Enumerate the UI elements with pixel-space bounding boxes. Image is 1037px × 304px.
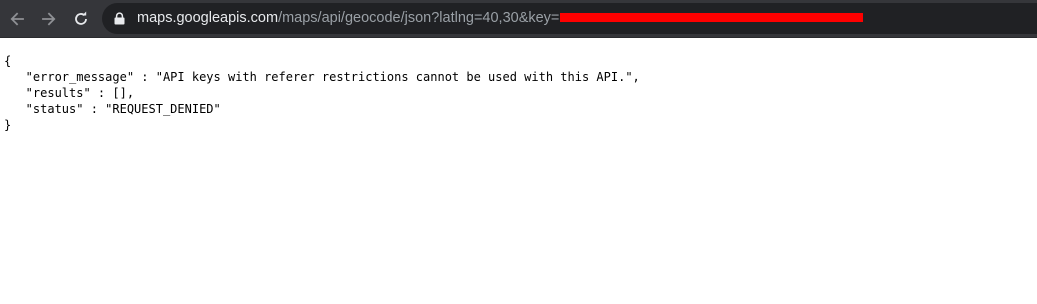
results-line: "results" : [], xyxy=(4,86,135,100)
reload-icon xyxy=(75,11,87,25)
reload-button[interactable] xyxy=(67,5,95,33)
arrow-right-icon xyxy=(42,12,56,26)
address-bar[interactable]: maps.googleapis.com/maps/api/geocode/jso… xyxy=(102,3,1037,34)
status-line: "status" : "REQUEST_DENIED" xyxy=(4,102,221,116)
arrow-left-icon xyxy=(10,12,24,26)
url-host: maps.googleapis.com xyxy=(137,10,279,26)
url-text[interactable]: maps.googleapis.com/maps/api/geocode/jso… xyxy=(137,10,864,26)
json-response: { "error_message" : "API keys with refer… xyxy=(4,53,640,133)
lock-icon[interactable] xyxy=(114,12,125,25)
browser-toolbar: maps.googleapis.com/maps/api/geocode/jso… xyxy=(0,0,1037,38)
url-path: /maps/api/geocode/json?latlng=40,30&key= xyxy=(278,10,560,26)
redaction-bar xyxy=(560,12,864,22)
open-brace: { xyxy=(4,54,12,68)
error-message-line: "error_message" : "API keys with referer… xyxy=(4,70,640,84)
back-button[interactable] xyxy=(3,5,31,33)
close-brace: } xyxy=(4,118,12,132)
forward-button[interactable] xyxy=(35,5,63,33)
